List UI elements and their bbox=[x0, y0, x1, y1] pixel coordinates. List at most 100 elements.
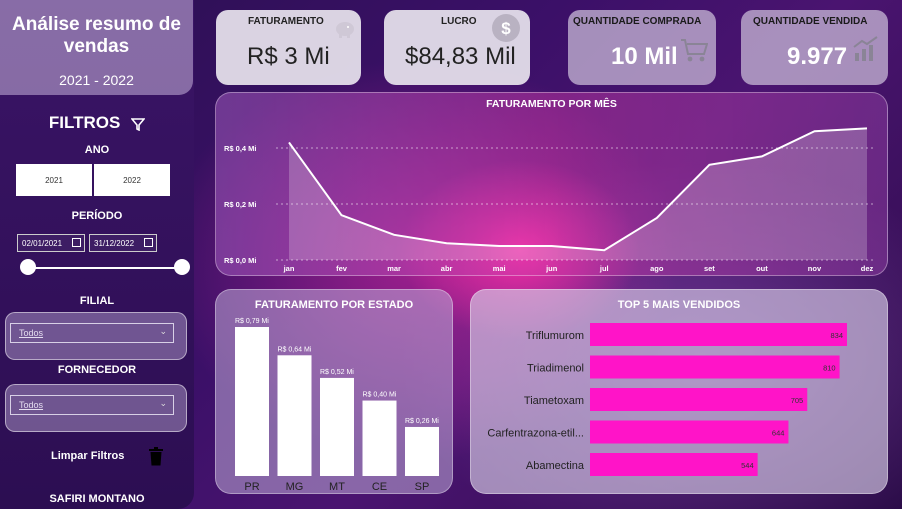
branch-label: FILIAL bbox=[79, 295, 115, 307]
x-tick-label: SP bbox=[415, 481, 430, 493]
shopping-cart-icon bbox=[681, 39, 708, 62]
data-label: R$ 0,79 Mi bbox=[235, 318, 269, 325]
kpi-value: 10 Mil bbox=[611, 43, 678, 70]
y-tick-label: R$ 0,2 Mi bbox=[224, 200, 257, 209]
x-tick-label: fev bbox=[336, 264, 348, 273]
x-tick-label: PR bbox=[244, 481, 259, 493]
period-slider-start-handle[interactable] bbox=[20, 259, 36, 275]
supplier-dropdown-value: Todos bbox=[19, 400, 44, 410]
data-label: R$ 0,64 Mi bbox=[278, 346, 312, 353]
revenue-by-state-chart: R$ 0,79 Mi PR R$ 0,64 Mi MG R$ 0,52 Mi MT R$ 0… bbox=[235, 318, 439, 493]
filters-heading: FILTROS bbox=[0, 113, 194, 133]
svg-text:$: $ bbox=[501, 19, 511, 38]
kpi-value: R$ 3 Mi bbox=[247, 43, 330, 70]
kpi-value: 9.977 bbox=[787, 43, 848, 70]
data-label: R$ 0,40 Mi bbox=[363, 392, 397, 399]
kpi-label: QUANTIDADE VENDIDA bbox=[753, 16, 868, 27]
x-tick-label: jun bbox=[545, 264, 558, 273]
data-label: 705 bbox=[791, 396, 804, 405]
x-tick-label: ago bbox=[650, 264, 664, 273]
supplier-filter-card: Todos ⌄ bbox=[5, 384, 187, 432]
calendar-icon[interactable] bbox=[72, 238, 81, 247]
end-date-input[interactable]: 31/12/2022 bbox=[89, 234, 157, 252]
x-tick-label: dez bbox=[861, 264, 874, 273]
bar bbox=[590, 453, 758, 476]
trash-icon[interactable] bbox=[148, 447, 164, 466]
kpi-label: LUCRO bbox=[441, 16, 477, 27]
x-tick-label: mai bbox=[493, 264, 506, 273]
filters-label: FILTROS bbox=[48, 113, 121, 132]
bar bbox=[235, 327, 269, 476]
data-label: 544 bbox=[741, 461, 754, 470]
year-option-2021[interactable]: 2021 bbox=[16, 164, 92, 196]
report-title: Análise resumo de vendas bbox=[12, 14, 181, 57]
bar bbox=[590, 388, 808, 411]
y-tick-label: R$ 0,4 Mi bbox=[224, 144, 257, 153]
category-label: Triadimenol bbox=[527, 363, 584, 375]
x-tick-label: out bbox=[756, 264, 768, 273]
category-label: Tiametoxam bbox=[524, 395, 584, 407]
bar bbox=[590, 323, 847, 346]
end-date-value: 31/12/2022 bbox=[94, 238, 135, 248]
filter-sidebar: Análise resumo de vendas 2021 - 2022 FIL… bbox=[0, 0, 194, 509]
data-label: 810 bbox=[823, 364, 836, 373]
top-5-best-sellers-chart: 834 Triflumurom 810 Triadimenol 705 Tiametoxa… bbox=[487, 323, 847, 476]
kpi-card-revenue: FATURAMENTO R$ 3 Mi bbox=[216, 10, 361, 85]
x-tick-label: nov bbox=[808, 264, 822, 273]
top-5-best-sellers-panel: TOP 5 MAIS VENDIDOS 834 Triflumurom 810 Tri… bbox=[470, 289, 888, 494]
category-label: Abamectina bbox=[526, 460, 585, 472]
bar bbox=[362, 400, 397, 476]
report-title-card: Análise resumo de vendas 2021 - 2022 bbox=[0, 0, 193, 95]
year-option-2022[interactable]: 2022 bbox=[94, 164, 170, 196]
chevron-down-icon: ⌄ bbox=[159, 326, 167, 336]
branch-filter-card: Todos ⌄ bbox=[5, 312, 187, 360]
bar bbox=[320, 377, 354, 476]
x-tick-label: MT bbox=[329, 481, 345, 493]
kpi-value: $84,83 Mil bbox=[405, 43, 516, 70]
x-tick-label: jan bbox=[283, 264, 295, 273]
bar bbox=[405, 426, 439, 476]
kpi-label: FATURAMENTO bbox=[248, 16, 324, 27]
dollar-coin-icon: $ bbox=[492, 14, 520, 42]
chevron-down-icon: ⌄ bbox=[159, 398, 167, 408]
year-label: ANO bbox=[84, 144, 110, 156]
data-label: 644 bbox=[772, 429, 785, 438]
branch-dropdown[interactable]: Todos ⌄ bbox=[10, 323, 174, 343]
period-slider-track[interactable] bbox=[28, 267, 182, 269]
kpi-card-quantity-purchased: QUANTIDADE COMPRADA 10 Mil bbox=[568, 10, 716, 85]
calendar-icon[interactable] bbox=[144, 238, 153, 247]
period-label: PERÍODO bbox=[71, 210, 123, 222]
kpi-card-quantity-sold: QUANTIDADE VENDIDA 9.977 bbox=[741, 10, 888, 85]
supplier-label: FORNECEDOR bbox=[57, 364, 137, 376]
author-footer: SAFIRI MONTANO bbox=[49, 493, 145, 505]
x-tick-label: abr bbox=[441, 264, 453, 273]
revenue-by-month-panel: FATURAMENTO POR MÊS R$ 0,0 Mi R$ 0,2 Mi R$… bbox=[215, 92, 888, 276]
years-range: 2021 - 2022 bbox=[59, 72, 134, 88]
x-tick-label: mar bbox=[387, 264, 401, 273]
category-label: Carfentrazona-etil... bbox=[487, 428, 584, 440]
start-date-input[interactable]: 02/01/2021 bbox=[17, 234, 85, 252]
x-tick-label: MG bbox=[286, 481, 304, 493]
revenue-by-state-panel: FATURAMENTO POR ESTADO R$ 0,79 Mi PR R$ 0,… bbox=[215, 289, 453, 494]
data-label: R$ 0,26 Mi bbox=[405, 418, 439, 425]
data-label: R$ 0,52 Mi bbox=[320, 369, 354, 376]
y-tick-label: R$ 0,0 Mi bbox=[224, 256, 257, 265]
bar bbox=[590, 420, 789, 444]
growth-chart-icon bbox=[853, 36, 878, 61]
x-tick-label: jul bbox=[599, 264, 609, 273]
data-label: 834 bbox=[830, 331, 843, 340]
revenue-by-month-chart: R$ 0,0 Mi R$ 0,2 Mi R$ 0,4 Mi jan fev mar abr m… bbox=[224, 127, 876, 273]
x-tick-label: set bbox=[704, 264, 715, 273]
kpi-label: QUANTIDADE COMPRADA bbox=[573, 16, 702, 27]
period-slider-end-handle[interactable] bbox=[174, 259, 190, 275]
piggy-bank-icon bbox=[336, 22, 354, 38]
category-label: Triflumurom bbox=[526, 330, 584, 342]
filter-icon bbox=[131, 117, 146, 131]
bar bbox=[590, 355, 840, 379]
x-tick-label: CE bbox=[372, 481, 387, 493]
bar bbox=[277, 355, 312, 476]
branch-dropdown-value: Todos bbox=[19, 328, 44, 338]
supplier-dropdown[interactable]: Todos ⌄ bbox=[10, 395, 174, 415]
start-date-value: 02/01/2021 bbox=[22, 238, 63, 248]
clear-filters-button[interactable]: Limpar Filtros bbox=[51, 450, 124, 462]
